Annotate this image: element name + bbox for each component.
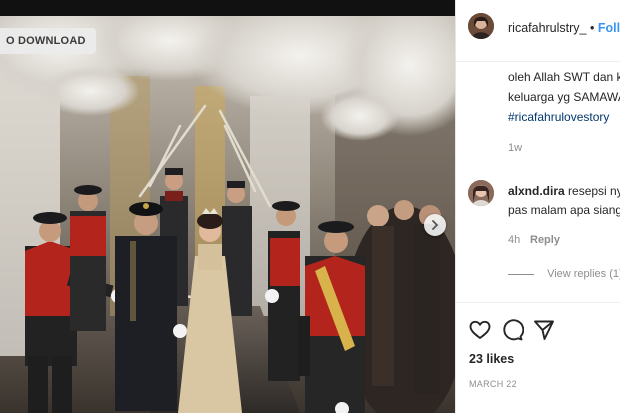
owner-avatar[interactable] <box>468 13 494 39</box>
owner-username-row: ricafahrulstry_ • Follo <box>508 21 620 35</box>
download-label: O DOWNLOAD <box>6 35 86 47</box>
separator-dot: • <box>589 21 595 35</box>
avatar-image <box>468 180 494 206</box>
view-replies-line <box>508 273 534 275</box>
post-header: ricafahrulstry_ • Follo <box>456 0 620 62</box>
actions-divider <box>456 302 620 303</box>
reply-button[interactable]: Reply <box>530 234 560 246</box>
heart-icon[interactable] <box>468 318 492 342</box>
chevron-right-icon <box>432 220 438 230</box>
owner-username[interactable]: ricafahrulstry_ <box>508 21 587 35</box>
commenter-avatar[interactable] <box>468 180 494 206</box>
likes-count[interactable]: 23 likes <box>469 352 514 366</box>
post-photo[interactable]: O DOWNLOAD <box>0 0 455 413</box>
post-date: MARCH 22 <box>469 379 517 389</box>
avatar-image <box>468 13 494 39</box>
next-photo-button[interactable] <box>424 214 446 236</box>
follow-button[interactable]: Follo <box>598 21 620 35</box>
caption-hashtag[interactable]: #ricafahrulovestory <box>508 110 609 124</box>
download-button[interactable]: O DOWNLOAD <box>0 28 96 54</box>
post-details-panel: ricafahrulstry_ • Follo oleh Allah SWT d… <box>455 0 620 413</box>
view-replies-button[interactable]: View replies (1) <box>508 268 620 280</box>
commenter-username[interactable]: alxnd.dira <box>508 184 565 198</box>
comment-text-1: resepsi nya <box>568 184 620 198</box>
comment-line-1: alxnd.dira resepsi nya <box>508 184 620 198</box>
caption-time[interactable]: 1w <box>508 142 522 154</box>
caption-line-2: keluarga yg SAMAWA <box>508 90 620 104</box>
comment-time[interactable]: 4h <box>508 234 520 246</box>
comment-icon[interactable] <box>500 318 524 342</box>
photo-top-bar <box>0 0 455 16</box>
share-icon[interactable] <box>532 318 556 342</box>
wedding-photo <box>0 16 455 413</box>
comment-text-2: pas malam apa siang <box>508 203 620 217</box>
view-replies-label: View replies (1) <box>547 268 620 280</box>
caption-line-1: oleh Allah SWT dan k <box>508 70 620 84</box>
